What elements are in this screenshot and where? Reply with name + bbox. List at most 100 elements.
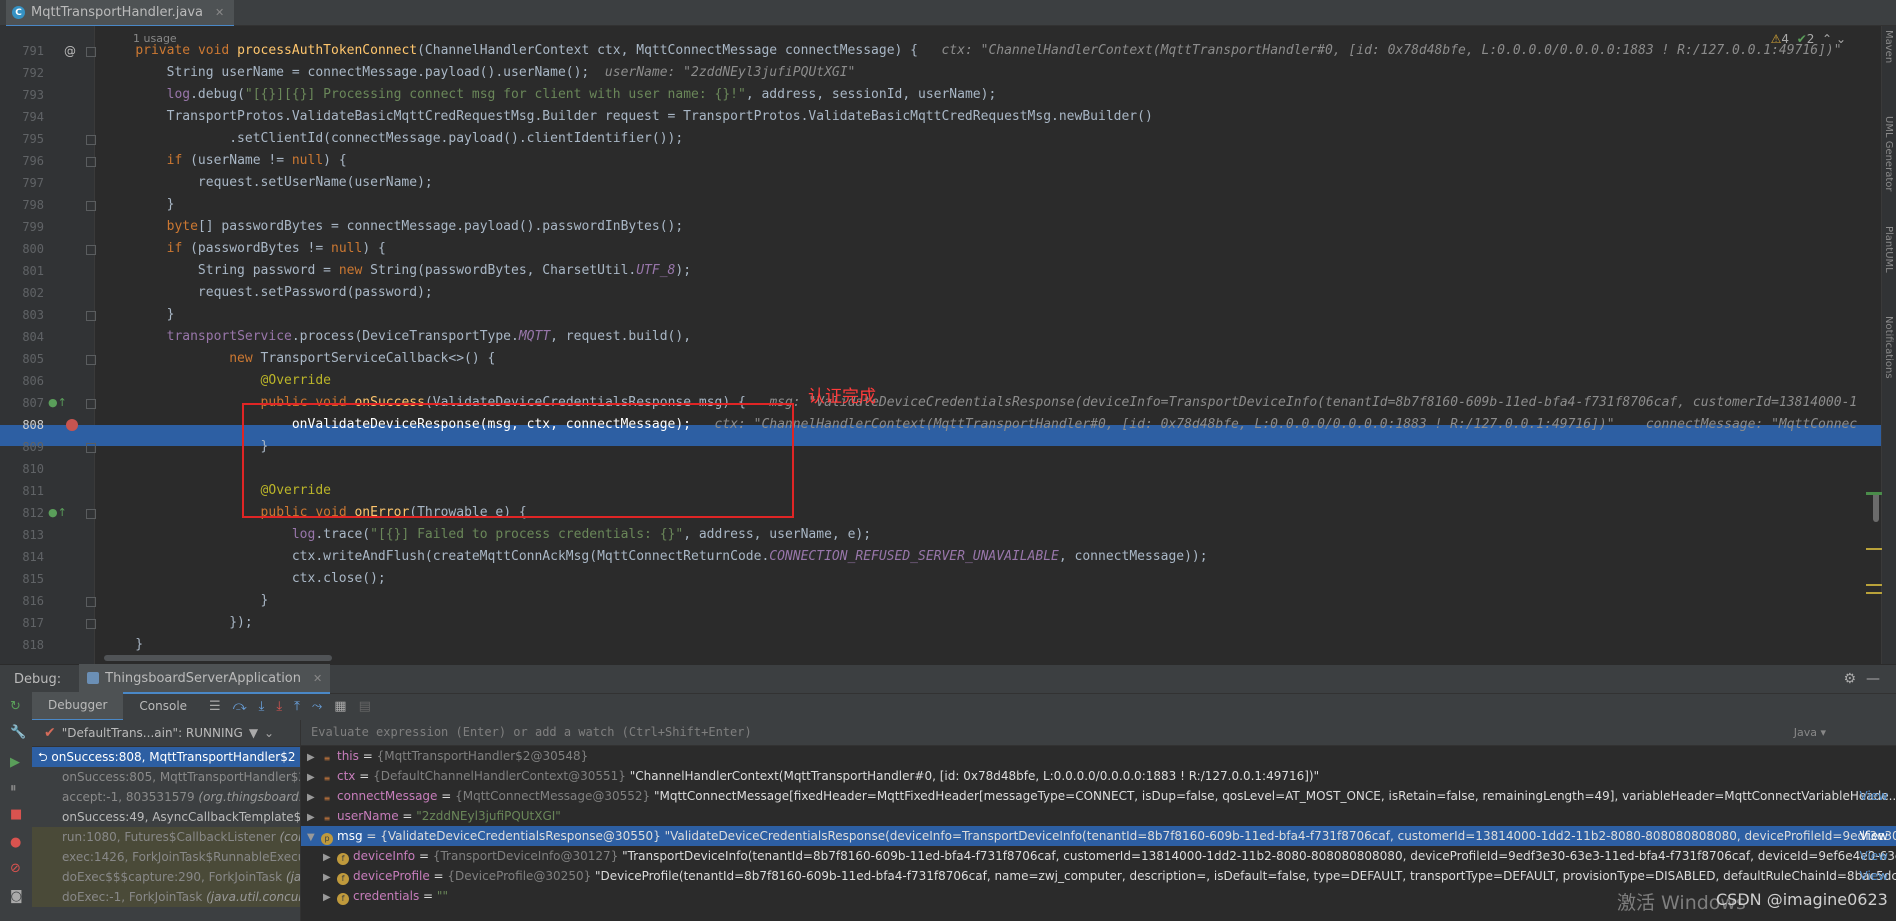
stop-icon[interactable]: ■	[10, 807, 22, 822]
mute-breakpoints-icon[interactable]: ⊘	[10, 861, 21, 876]
view-link[interactable]: View	[1860, 846, 1888, 866]
view-link[interactable]: View	[1860, 786, 1888, 806]
code-line[interactable]: 797 request.setUserName(userName);	[0, 172, 1896, 194]
line-number[interactable]: 811	[0, 480, 44, 502]
line-number[interactable]: 793	[0, 84, 44, 106]
camera-icon[interactable]: ◙	[10, 889, 23, 904]
step-over-icon[interactable]: ⤼	[233, 699, 247, 714]
view-breakpoints-icon[interactable]: ●	[10, 835, 21, 850]
override-gutter-icon[interactable]: ●↑	[48, 502, 67, 524]
variable-row[interactable]: ▶ ≡ connectMessage = {MqttConnectMessage@3…	[301, 786, 1896, 806]
horizontal-scrollbar[interactable]	[104, 655, 332, 661]
gear-icon[interactable]: ⚙	[1843, 671, 1856, 687]
line-number[interactable]: 802	[0, 282, 44, 304]
line-number[interactable]: 792	[0, 62, 44, 84]
view-link[interactable]: View	[1860, 866, 1888, 886]
fold-icon[interactable]	[86, 311, 96, 321]
expand-right-icon[interactable]: ▶	[323, 888, 337, 908]
vertical-scrollbar[interactable]	[1873, 492, 1879, 522]
stack-frame[interactable]: accept:-1, 803531579 (org.thingsboard.se	[32, 787, 300, 807]
line-number[interactable]: 801	[0, 260, 44, 282]
line-number[interactable]: 795	[0, 128, 44, 150]
pause-icon[interactable]: ⏸	[10, 781, 17, 796]
variable-row[interactable]: ▶ ≡ ctx = {DefaultChannelHandlerContext@30…	[301, 766, 1896, 786]
line-number[interactable]: 805	[0, 348, 44, 370]
fold-icon[interactable]	[86, 509, 96, 519]
line-number[interactable]: 800	[0, 238, 44, 260]
fold-icon[interactable]	[86, 245, 96, 255]
step-out-icon[interactable]: ⤒	[294, 699, 300, 714]
expand-right-icon[interactable]: ▶	[307, 808, 321, 828]
code-line[interactable]: 792 String userName = connectMessage.pay…	[0, 62, 1896, 84]
stack-frame[interactable]: onSuccess:49, AsyncCallbackTemplate$1	[32, 807, 300, 827]
line-number[interactable]: 798	[0, 194, 44, 216]
menu-icon[interactable]: ☰	[209, 699, 221, 714]
fold-icon[interactable]	[86, 201, 96, 211]
line-number[interactable]: 810	[0, 458, 44, 480]
line-number[interactable]: 804	[0, 326, 44, 348]
evaluate-expression-input[interactable]: Evaluate expression (Enter) or add a wat…	[301, 720, 1896, 746]
fold-icon[interactable]	[86, 399, 96, 409]
override-gutter-icon[interactable]: ●↑	[48, 392, 67, 414]
fold-icon[interactable]	[86, 355, 96, 365]
chevron-down-icon[interactable]: ⌄	[264, 726, 274, 740]
code-line[interactable]: 805 new TransportServiceCallback<>() {	[0, 348, 1896, 370]
notifications-tool-label[interactable]: Notifications	[1883, 316, 1894, 379]
line-number[interactable]: 796	[0, 150, 44, 172]
variable-row[interactable]: ▶ ≡ userName = "2zddNEyl3jufiPQUtXGI"	[301, 806, 1896, 826]
fold-icon[interactable]	[86, 47, 96, 57]
stack-frame[interactable]: onSuccess:805, MqttTransportHandler$2	[32, 767, 300, 787]
stack-frame[interactable]: exec:1426, ForkJoinTask$RunnableExecute	[32, 847, 300, 867]
code-line[interactable]: 813 log.trace("[{}] Failed to process cr…	[0, 524, 1896, 546]
close-icon[interactable]: ✕	[215, 6, 224, 19]
line-number[interactable]: 818	[0, 634, 44, 656]
code-line[interactable]: 816 }	[0, 590, 1896, 612]
run-config-tab[interactable]: ThingsboardServerApplication ✕	[79, 664, 331, 694]
expand-right-icon[interactable]: ▶	[307, 788, 321, 808]
line-number[interactable]: 803	[0, 304, 44, 326]
close-icon[interactable]: ✕	[313, 672, 322, 685]
maven-tool-label[interactable]: Maven	[1883, 30, 1894, 63]
line-number[interactable]: 813	[0, 524, 44, 546]
resume-icon[interactable]: ▶	[10, 755, 20, 770]
settings-wrench-icon[interactable]: 🔧	[10, 725, 26, 740]
code-line[interactable]: 800 if (passwordBytes != null) {	[0, 238, 1896, 260]
code-line[interactable]: 799 byte[] passwordBytes = connectMessag…	[0, 216, 1896, 238]
thread-selector[interactable]: ✔ "DefaultTrans...ain": RUNNING ▼ ⌄	[32, 720, 300, 747]
variable-row[interactable]: ▶ f deviceInfo = {TransportDeviceInfo@3012…	[301, 846, 1896, 866]
line-number[interactable]: 809	[0, 436, 44, 458]
expand-right-icon[interactable]: ▶	[323, 848, 337, 868]
variable-row[interactable]: ▶ ≡ this = {MqttTransportHandler$2@30548}	[301, 746, 1896, 766]
error-stripe-marker[interactable]	[1866, 592, 1882, 594]
uml-generator-tool-label[interactable]: UML Generator	[1883, 116, 1894, 191]
code-editor[interactable]: 1 usage ⚠4 ✔2 ⌃ ⌄ 791 private void proce…	[0, 26, 1896, 664]
variable-row[interactable]: ▼ p msg = {ValidateDeviceCredentialsRespon…	[301, 826, 1896, 846]
file-tab[interactable]: C MqttTransportHandler.java ✕	[6, 0, 235, 27]
line-number[interactable]: 817	[0, 612, 44, 634]
step-into-icon[interactable]: ⤓	[259, 699, 265, 714]
plantuml-tool-label[interactable]: PlantUML	[1883, 226, 1894, 273]
variable-row[interactable]: ▶ f deviceProfile = {DeviceProfile@30250} …	[301, 866, 1896, 886]
stack-frame[interactable]: ⮌ onSuccess:808, MqttTransportHandler$2	[32, 747, 300, 767]
annotation-gutter-icon[interactable]: @	[64, 40, 76, 62]
code-line[interactable]: 794 TransportProtos.ValidateBasicMqttCre…	[0, 106, 1896, 128]
view-link[interactable]: View	[1860, 826, 1888, 846]
run-to-cursor-icon[interactable]: ⤳	[312, 699, 322, 714]
line-number[interactable]: 812	[0, 502, 44, 524]
line-number[interactable]: 816	[0, 590, 44, 612]
fold-icon[interactable]	[86, 619, 96, 629]
line-number[interactable]: 806	[0, 370, 44, 392]
line-number[interactable]: 814	[0, 546, 44, 568]
line-number[interactable]: 808	[0, 414, 44, 436]
force-step-into-icon[interactable]: ⤓	[276, 699, 282, 714]
line-number[interactable]: 799	[0, 216, 44, 238]
code-line[interactable]: 798 }	[0, 194, 1896, 216]
code-line[interactable]: 817 });	[0, 612, 1896, 634]
line-number[interactable]: 797	[0, 172, 44, 194]
error-stripe-marker[interactable]	[1866, 548, 1882, 550]
fold-icon[interactable]	[86, 597, 96, 607]
line-number[interactable]: 807	[0, 392, 44, 414]
evaluate-icon[interactable]: ▦	[334, 699, 346, 714]
expand-down-icon[interactable]: ▼	[307, 828, 321, 848]
stack-frame[interactable]: run:1080, Futures$CallbackListener (com.…	[32, 827, 300, 847]
